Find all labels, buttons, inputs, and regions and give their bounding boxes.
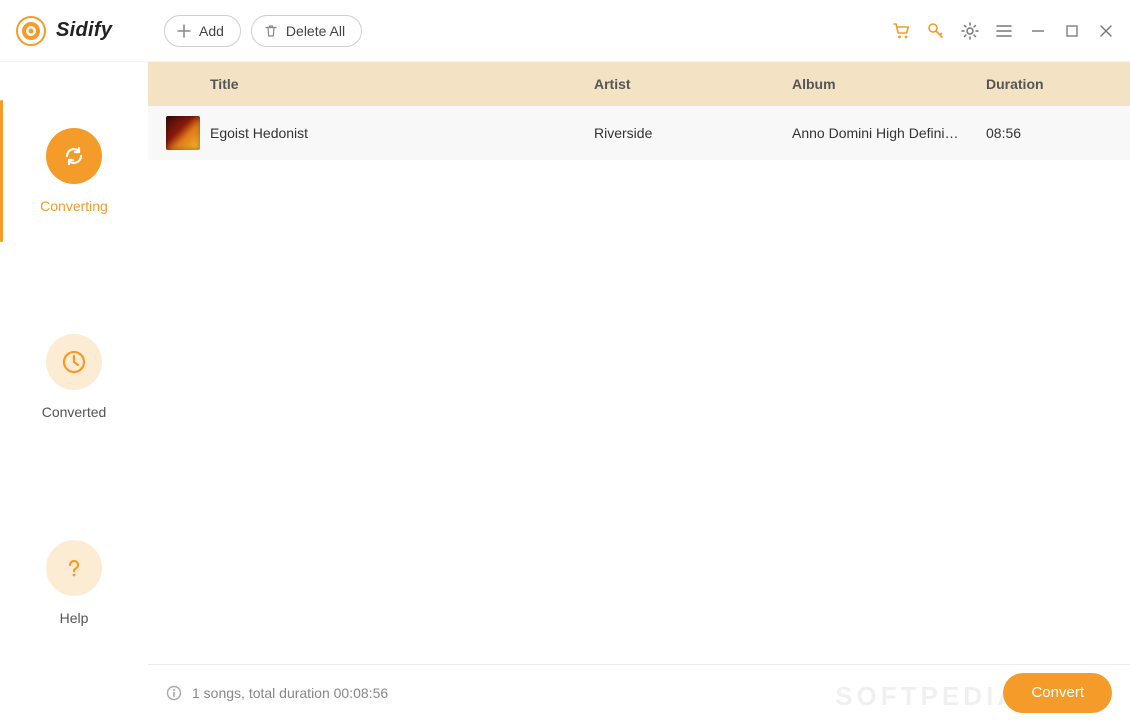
help-icon [46, 540, 102, 596]
sidify-logo-icon [16, 16, 46, 46]
col-header-title[interactable]: Title [210, 76, 594, 92]
footer-summary: 1 songs, total duration 00:08:56 [192, 685, 388, 701]
key-icon[interactable] [926, 21, 946, 41]
maximize-icon[interactable] [1062, 21, 1082, 41]
header-right-controls [892, 21, 1116, 41]
cell-duration: 08:56 [986, 125, 1112, 141]
col-header-album[interactable]: Album [792, 76, 986, 92]
sidebar-item-help[interactable]: Help [0, 522, 148, 644]
footer-bar: 1 songs, total duration 00:08:56 SOFTPED… [148, 664, 1130, 720]
minimize-icon[interactable] [1028, 21, 1048, 41]
col-header-artist[interactable]: Artist [594, 76, 792, 92]
toolbar-actions: Add Delete All [164, 15, 362, 47]
plus-icon [177, 24, 191, 38]
app-logo: Sidify [16, 16, 164, 46]
hamburger-icon[interactable] [994, 21, 1014, 41]
main-panel: Title Artist Album Duration Egoist Hedon… [148, 62, 1130, 720]
clock-icon [46, 334, 102, 390]
cart-icon[interactable] [892, 21, 912, 41]
table-header: Title Artist Album Duration [148, 62, 1130, 106]
convert-button[interactable]: Convert [1003, 673, 1112, 713]
track-artwork-cell [166, 116, 210, 150]
sidebar-item-converting[interactable]: Converting [0, 110, 148, 232]
album-art-icon [166, 116, 200, 150]
sidebar-item-label: Converting [40, 198, 108, 214]
close-icon[interactable] [1096, 21, 1116, 41]
sidebar: Converting Converted H [0, 62, 148, 720]
watermark-text: SOFTPEDIA [835, 681, 1020, 712]
add-button[interactable]: Add [164, 15, 241, 47]
header-bar: Sidify Add Delete All [0, 0, 1130, 62]
convert-button-label: Convert [1031, 684, 1084, 701]
gear-icon[interactable] [960, 21, 980, 41]
delete-all-button-label: Delete All [286, 23, 345, 39]
sidebar-item-converted[interactable]: Converted [0, 316, 148, 438]
cell-title: Egoist Hedonist [210, 125, 594, 141]
refresh-icon [46, 128, 102, 184]
app-body: Converting Converted H [0, 62, 1130, 720]
sidebar-item-label: Help [60, 610, 89, 626]
cell-artist: Riverside [594, 125, 792, 141]
cell-album: Anno Domini High Defini… [792, 125, 986, 141]
track-list: Egoist Hedonist Riverside Anno Domini Hi… [148, 106, 1130, 664]
info-icon [166, 685, 182, 701]
delete-all-button[interactable]: Delete All [251, 15, 362, 47]
add-button-label: Add [199, 23, 224, 39]
sidebar-item-label: Converted [42, 404, 107, 420]
col-header-duration[interactable]: Duration [986, 76, 1112, 92]
trash-icon [264, 24, 278, 38]
table-row[interactable]: Egoist Hedonist Riverside Anno Domini Hi… [148, 106, 1130, 160]
app-name: Sidify [56, 19, 112, 42]
app-window: Sidify Add Delete All [0, 0, 1130, 720]
